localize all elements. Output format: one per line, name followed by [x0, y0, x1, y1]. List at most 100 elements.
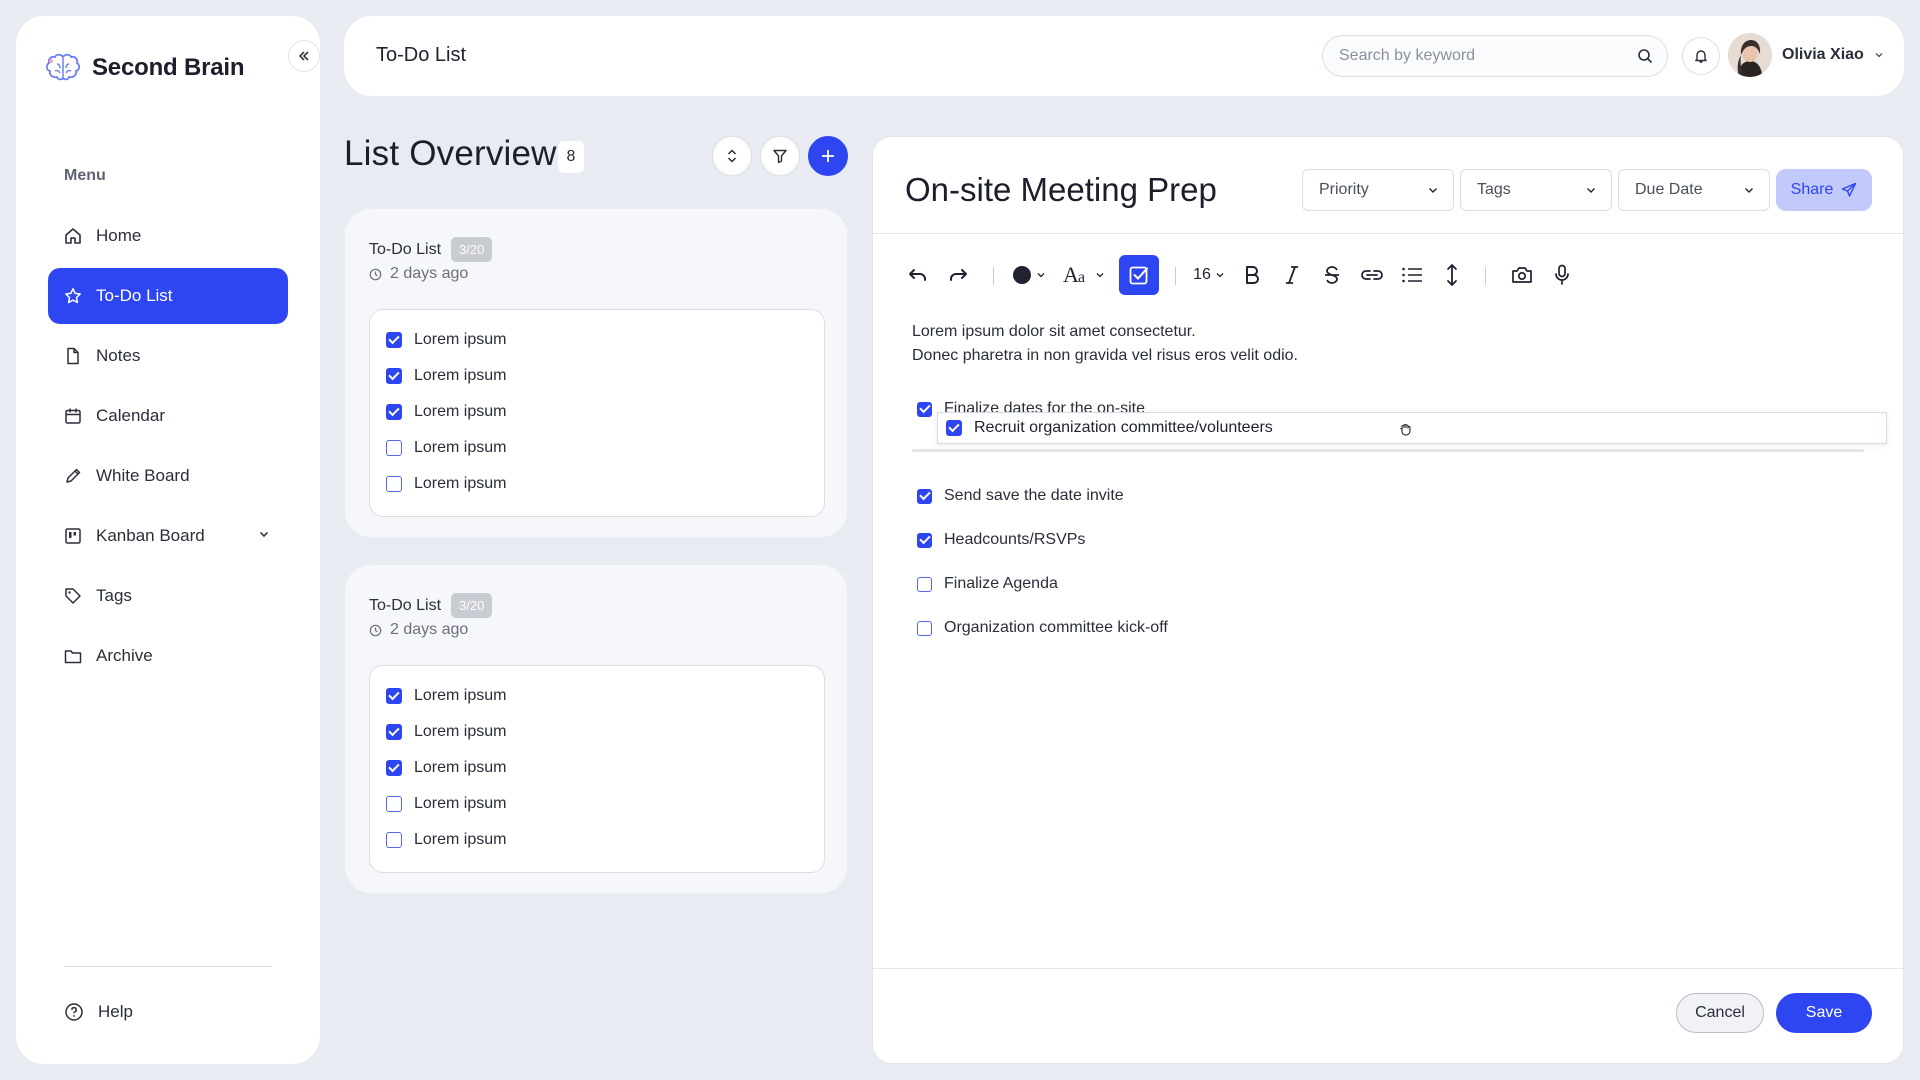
- search-input[interactable]: [1339, 47, 1637, 65]
- bold-button[interactable]: [1237, 255, 1267, 295]
- svg-text:a: a: [1078, 269, 1085, 286]
- todo-list-card[interactable]: To-Do List 3/20 2 days ago Lorem ipsum L…: [344, 564, 848, 894]
- dragged-task-item[interactable]: Recruit organization committee/volunteer…: [937, 412, 1887, 444]
- file-icon: [64, 347, 82, 365]
- line-height-button[interactable]: [1437, 255, 1467, 295]
- search-icon[interactable]: [1637, 48, 1653, 64]
- sort-icon: [726, 149, 738, 163]
- sidebar-item-calendar[interactable]: Calendar: [48, 388, 288, 444]
- add-list-button[interactable]: [808, 136, 848, 176]
- checkbox[interactable]: [386, 724, 402, 740]
- list-item: Lorem ipsum: [386, 678, 824, 714]
- sidebar-item-kanban-board[interactable]: Kanban Board: [48, 508, 288, 564]
- sidebar-item-todo-list[interactable]: To-Do List: [48, 268, 288, 324]
- task-checkbox[interactable]: [917, 620, 932, 636]
- undo-button[interactable]: [903, 255, 933, 295]
- save-button[interactable]: Save: [1776, 993, 1872, 1033]
- sidebar-item-white-board[interactable]: White Board: [48, 448, 288, 504]
- task-checkbox[interactable]: [917, 576, 932, 592]
- list-overview-title: List Overview: [344, 134, 557, 173]
- send-icon: [1841, 182, 1857, 198]
- bell-icon: [1693, 48, 1709, 64]
- chevron-down-icon[interactable]: [258, 528, 270, 540]
- checkbox[interactable]: [386, 832, 402, 848]
- italic-icon: [1283, 265, 1301, 285]
- drop-indicator: [912, 449, 1864, 452]
- toolbar-separator: [1485, 267, 1486, 285]
- bullet-list-button[interactable]: [1397, 255, 1427, 295]
- help-link[interactable]: Help: [64, 1002, 133, 1022]
- font-style-icon: Aa: [1063, 264, 1093, 286]
- toolbar-separator: [1175, 267, 1176, 285]
- task-checkbox[interactable]: [917, 488, 932, 504]
- voice-input-button[interactable]: [1547, 255, 1577, 295]
- cancel-button[interactable]: Cancel: [1676, 993, 1764, 1033]
- brand[interactable]: Second Brain: [46, 38, 245, 98]
- chevron-down-icon: [1036, 270, 1046, 280]
- sidebar-item-label: To-Do List: [96, 286, 173, 305]
- calendar-icon: [64, 407, 82, 425]
- paragraph-line[interactable]: Donec pharetra in non gravida vel risus …: [912, 347, 1298, 365]
- filter-button[interactable]: [760, 136, 800, 176]
- italic-button[interactable]: [1277, 255, 1307, 295]
- sort-button[interactable]: [712, 136, 752, 176]
- collapse-sidebar-button[interactable]: [288, 40, 320, 72]
- filter-icon: [772, 148, 788, 164]
- formatting-toolbar: Aa 16: [903, 255, 1863, 295]
- strikethrough-button[interactable]: [1317, 255, 1347, 295]
- notifications-button[interactable]: [1682, 37, 1720, 75]
- text-color-picker[interactable]: [1009, 255, 1049, 295]
- priority-dropdown[interactable]: Priority: [1302, 169, 1454, 211]
- sidebar-item-label: Home: [96, 226, 142, 245]
- redo-button[interactable]: [943, 255, 973, 295]
- home-icon: [64, 227, 82, 245]
- sidebar-item-label: Kanban Board: [96, 526, 205, 545]
- paragraph-line[interactable]: Lorem ipsum dolor sit amet consectetur.: [912, 323, 1196, 341]
- checkbox[interactable]: [386, 760, 402, 776]
- checkbox[interactable]: [386, 332, 402, 348]
- clock-icon: [369, 268, 382, 281]
- plus-icon: [821, 149, 835, 163]
- editor-title[interactable]: On-site Meeting Prep: [905, 171, 1217, 209]
- sidebar-item-archive[interactable]: Archive: [48, 628, 288, 684]
- checkbox[interactable]: [386, 796, 402, 812]
- task-item: Finalize Agenda: [917, 575, 1058, 593]
- sidebar-item-notes[interactable]: Notes: [48, 328, 288, 384]
- todo-list-card[interactable]: To-Do List 3/20 2 days ago Lorem ipsum L…: [344, 208, 848, 538]
- due-date-label: Due Date: [1635, 181, 1703, 198]
- brain-logo-icon: [46, 53, 80, 83]
- clock-icon: [369, 624, 382, 637]
- task-label[interactable]: Send save the date invite: [944, 487, 1124, 505]
- task-label[interactable]: Organization committee kick-off: [944, 619, 1168, 637]
- star-icon: [64, 287, 82, 305]
- font-size-value: 16: [1193, 266, 1211, 283]
- user-menu[interactable]: Olivia Xiao: [1728, 33, 1884, 77]
- svg-text:A: A: [1063, 264, 1079, 286]
- sidebar-item-home[interactable]: Home: [48, 208, 288, 264]
- task-label[interactable]: Headcounts/RSVPs: [944, 531, 1085, 549]
- checkbox[interactable]: [386, 476, 402, 492]
- checkbox[interactable]: [386, 368, 402, 384]
- sidebar-nav: Home To-Do List Notes Calendar White Boa…: [48, 208, 288, 688]
- link-button[interactable]: [1357, 255, 1387, 295]
- task-checkbox[interactable]: [917, 532, 932, 548]
- font-size-picker[interactable]: 16: [1189, 255, 1229, 295]
- task-label[interactable]: Finalize Agenda: [944, 575, 1058, 593]
- chevron-down-icon: [1874, 50, 1884, 60]
- due-date-dropdown[interactable]: Due Date: [1618, 169, 1770, 211]
- chevron-down-icon: [1095, 270, 1105, 280]
- sidebar-item-tags[interactable]: Tags: [48, 568, 288, 624]
- share-button[interactable]: Share: [1776, 169, 1872, 211]
- list-item-label: Lorem ipsum: [414, 759, 507, 776]
- task-checkbox[interactable]: [946, 420, 962, 436]
- insert-image-button[interactable]: [1507, 255, 1537, 295]
- checkbox[interactable]: [386, 688, 402, 704]
- text-style-picker[interactable]: Aa: [1059, 255, 1109, 295]
- checkbox[interactable]: [386, 440, 402, 456]
- checklist-button[interactable]: [1119, 255, 1159, 295]
- task-checkbox[interactable]: [917, 401, 932, 417]
- tags-dropdown[interactable]: Tags: [1460, 169, 1612, 211]
- brand-name: Second Brain: [92, 54, 245, 81]
- card-checklist: Lorem ipsum Lorem ipsum Lorem ipsum Lore…: [369, 665, 825, 873]
- checkbox[interactable]: [386, 404, 402, 420]
